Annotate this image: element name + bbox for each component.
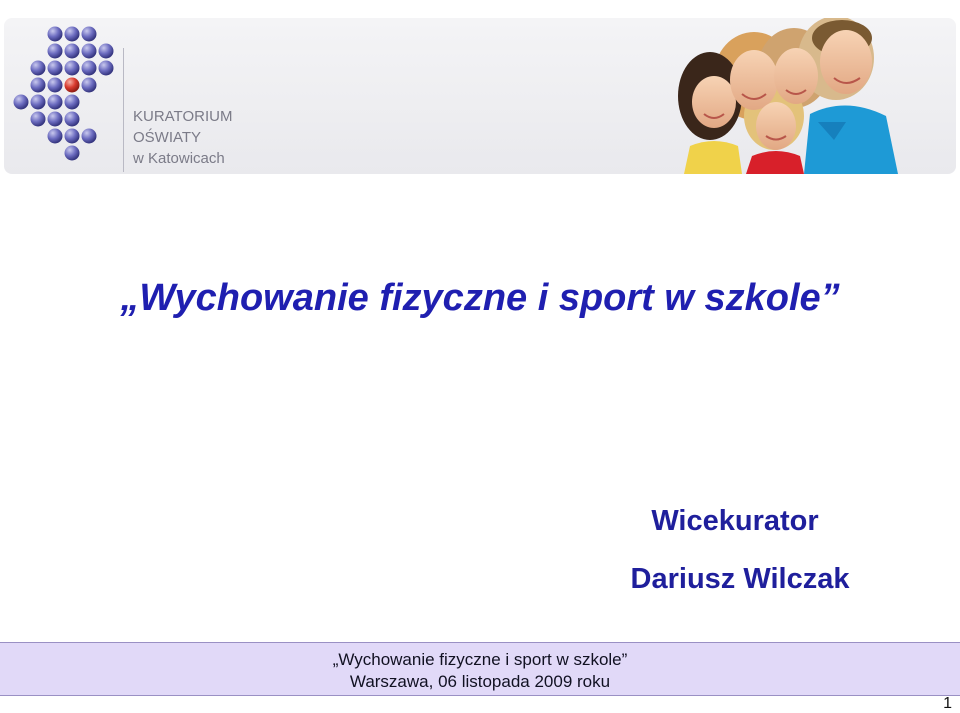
logo-dot — [64, 145, 80, 161]
logo-dot — [13, 94, 29, 110]
kuratorium-logo-mark — [13, 26, 114, 161]
logo-dot — [30, 77, 46, 93]
logo-dot — [64, 26, 80, 42]
logo-dot — [30, 60, 46, 76]
logo-dot — [47, 43, 63, 59]
logo-dot — [47, 60, 63, 76]
footer-band: „Wychowanie fizyczne i sport w szkole” W… — [0, 642, 960, 696]
author-role: Wicekurator — [651, 505, 819, 537]
logo-dot — [64, 111, 80, 127]
logo-line-2: OŚWIATY — [133, 129, 202, 146]
header-band: KURATORIUM OŚWIATY w Katowicach — [4, 18, 956, 174]
page-number: 1 — [943, 695, 952, 712]
logo-dot — [81, 128, 97, 144]
logo-dot — [81, 60, 97, 76]
logo-dot — [81, 77, 97, 93]
logo-dot — [47, 111, 63, 127]
footer-title: „Wychowanie fizyczne i sport w szkole” — [332, 650, 628, 669]
logo-divider — [123, 48, 124, 172]
logo-line-3: w Katowicach — [133, 150, 225, 167]
slide-title: „Wychowanie fizyczne i sport w szkole” — [120, 277, 840, 319]
logo-dot — [64, 60, 80, 76]
logo-line-1: KURATORIUM — [133, 108, 233, 125]
logo-dot — [47, 26, 63, 42]
logo-dot — [64, 94, 80, 110]
logo-dot — [64, 128, 80, 144]
logo-dot — [30, 94, 46, 110]
logo-dot — [47, 77, 63, 93]
logo-dot — [98, 43, 114, 59]
children-photo — [678, 18, 898, 174]
logo-dot-accent — [64, 77, 80, 93]
logo-dot — [47, 128, 63, 144]
logo-dot — [81, 43, 97, 59]
logo-dot — [98, 60, 114, 76]
logo-dot — [81, 26, 97, 42]
logo-dot — [47, 94, 63, 110]
logo-dot — [30, 111, 46, 127]
footer-date-place: Warszawa, 06 listopada 2009 roku — [349, 672, 611, 691]
logo-dot — [64, 43, 80, 59]
author-name: Dariusz Wilczak — [630, 563, 850, 595]
kuratorium-logo-text: KURATORIUM OŚWIATY w Katowicach — [133, 106, 232, 169]
